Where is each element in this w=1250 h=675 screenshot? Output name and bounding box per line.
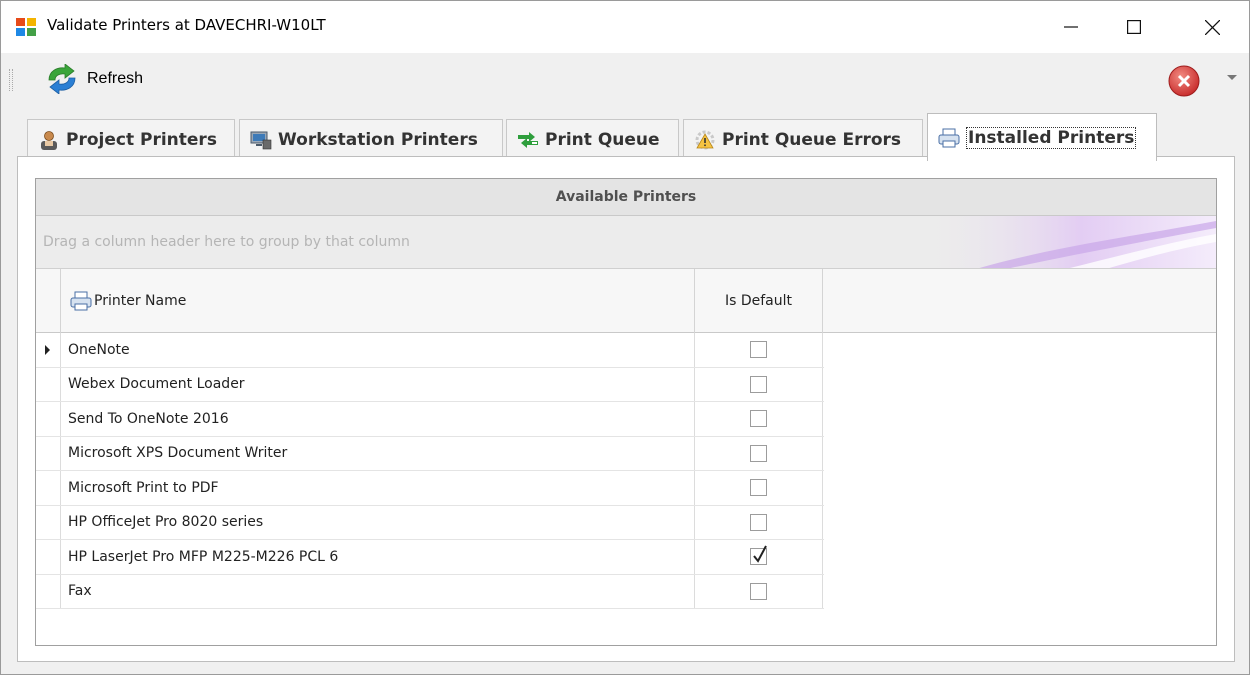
queue-icon <box>518 131 538 148</box>
is-default-cell[interactable] <box>695 402 823 436</box>
is-default-checkbox[interactable] <box>750 479 767 497</box>
checkmark-icon <box>753 545 767 564</box>
is-default-cell[interactable] <box>695 367 823 401</box>
is-default-checkbox[interactable] <box>750 513 767 531</box>
tab-workstation-printers[interactable]: Workstation Printers <box>239 119 503 159</box>
is-default-cell[interactable] <box>695 505 823 539</box>
refresh-button[interactable]: Refresh <box>39 61 147 97</box>
tab-label: Print Queue <box>545 129 660 150</box>
tab-installed-printers[interactable]: Installed Printers <box>927 113 1157 161</box>
printer-name-cell[interactable]: Send To OneNote 2016 <box>61 402 695 436</box>
printer-name-cell[interactable]: Microsoft XPS Document Writer <box>61 436 695 470</box>
maximize-button[interactable] <box>1111 1 1157 53</box>
decorative-swoosh <box>916 216 1216 268</box>
toolbar-grip[interactable] <box>9 69 13 91</box>
refresh-icon <box>48 64 76 94</box>
column-header-is-default[interactable]: Is Default <box>695 269 823 333</box>
tab-content-panel: Available Printers Drag a column header … <box>17 156 1235 662</box>
row-indicator <box>36 574 61 608</box>
row-indicator <box>36 333 61 367</box>
group-by-panel[interactable]: Drag a column header here to group by th… <box>36 216 1216 269</box>
tab-label: Project Printers <box>66 129 217 150</box>
close-icon <box>1204 19 1220 35</box>
table-row[interactable]: HP OfficeJet Pro 8020 series <box>36 505 824 540</box>
is-default-checkbox[interactable] <box>750 444 767 462</box>
column-header-label: Printer Name <box>94 293 187 309</box>
table-row[interactable]: Send To OneNote 2016 <box>36 402 824 437</box>
tab-label: Installed Printers <box>966 126 1137 149</box>
printer-name-cell[interactable]: HP LaserJet Pro MFP M225-M226 PCL 6 <box>61 540 695 574</box>
row-indicator <box>36 471 61 505</box>
app-icon <box>16 18 36 36</box>
printer-name-cell[interactable]: HP OfficeJet Pro 8020 series <box>61 505 695 539</box>
row-indicator <box>36 402 61 436</box>
current-row-arrow-icon <box>45 345 50 355</box>
printer-icon <box>70 291 92 311</box>
app-window: Validate Printers at DAVECHRI-W10LT Refr… <box>0 0 1250 675</box>
row-indicator <box>36 367 61 401</box>
toolbar: Refresh <box>1 53 1249 105</box>
tab-print-queue-errors[interactable]: Print Queue Errors <box>683 119 923 159</box>
is-default-checkbox[interactable] <box>750 341 767 359</box>
minimize-button[interactable] <box>1048 1 1094 53</box>
warning-icon <box>695 130 715 149</box>
printer-icon <box>938 128 960 147</box>
printer-name-cell[interactable]: Fax <box>61 574 695 608</box>
printer-name-cell[interactable]: Microsoft Print to PDF <box>61 471 695 505</box>
close-button[interactable] <box>1189 1 1235 53</box>
title-bar[interactable]: Validate Printers at DAVECHRI-W10LT <box>1 1 1249 53</box>
grid-caption: Available Printers <box>36 179 1216 216</box>
column-header-printer-name[interactable]: Printer Name <box>61 269 695 333</box>
table-row[interactable]: Fax <box>36 574 824 609</box>
tab-label: Print Queue Errors <box>722 129 902 150</box>
grid-rows: OneNote Webex Document Loader Send To On… <box>36 333 824 609</box>
is-default-checkbox[interactable] <box>750 410 767 428</box>
tab-print-queue[interactable]: Print Queue <box>506 119 679 159</box>
minimize-icon <box>1064 26 1078 28</box>
row-indicator <box>36 505 61 539</box>
row-indicator-header <box>36 269 61 333</box>
tab-label: Workstation Printers <box>278 129 478 150</box>
tab-strip: Project Printers Workstation Printers Pr… <box>1 105 1249 161</box>
table-row[interactable]: Webex Document Loader <box>36 367 824 402</box>
table-row[interactable]: HP LaserJet Pro MFP M225-M226 PCL 6 <box>36 540 824 575</box>
table-row[interactable]: Microsoft Print to PDF <box>36 471 824 506</box>
is-default-cell[interactable] <box>695 540 823 574</box>
row-indicator <box>36 540 61 574</box>
window-title: Validate Printers at DAVECHRI-W10LT <box>47 16 326 34</box>
group-by-hint: Drag a column header here to group by th… <box>43 234 410 250</box>
table-row[interactable]: OneNote <box>36 333 824 368</box>
is-default-cell[interactable] <box>695 333 823 367</box>
column-header-label: Is Default <box>724 293 793 309</box>
error-close-icon[interactable] <box>1168 65 1200 97</box>
column-header-row: Printer Name Is Default <box>36 269 1216 333</box>
is-default-cell[interactable] <box>695 471 823 505</box>
is-default-cell[interactable] <box>695 436 823 470</box>
printer-name-cell[interactable]: OneNote <box>61 333 695 367</box>
user-icon <box>41 130 57 150</box>
is-default-checkbox-checked[interactable] <box>750 545 767 566</box>
is-default-checkbox[interactable] <box>750 375 767 393</box>
printer-name-cell[interactable]: Webex Document Loader <box>61 367 695 401</box>
maximize-icon <box>1127 20 1141 34</box>
is-default-cell[interactable] <box>695 574 823 608</box>
is-default-checkbox[interactable] <box>750 582 767 600</box>
workstation-icon <box>250 131 272 149</box>
refresh-label: Refresh <box>87 70 144 87</box>
printers-grid: Available Printers Drag a column header … <box>35 178 1217 646</box>
toolbar-dropdown-arrow[interactable] <box>1227 75 1237 80</box>
table-row[interactable]: Microsoft XPS Document Writer <box>36 436 824 471</box>
row-indicator <box>36 436 61 470</box>
tab-project-printers[interactable]: Project Printers <box>27 119 235 159</box>
